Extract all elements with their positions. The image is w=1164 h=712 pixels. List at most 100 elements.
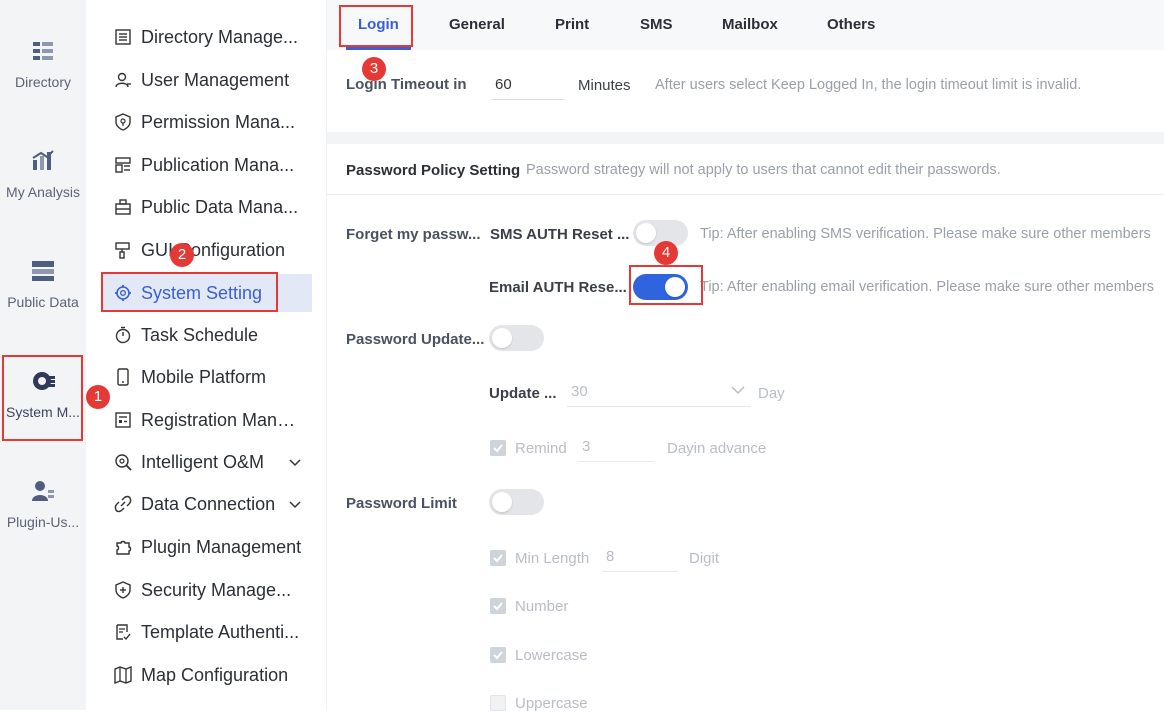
header-divider	[327, 194, 1164, 195]
update-period-unit: Day	[758, 385, 785, 402]
plugin-user-icon	[32, 481, 54, 501]
annotation-badge-4: 4	[654, 241, 678, 265]
email-auth-tip: Tip: After enabling email verification. …	[700, 279, 1155, 295]
tab-print[interactable]: Print	[555, 0, 589, 50]
toggle-knob	[492, 328, 512, 348]
uppercase-label: Uppercase	[515, 695, 588, 712]
user-icon	[115, 72, 131, 88]
menu-item-label: Task Schedule	[141, 324, 259, 345]
menu-item-task-schedule[interactable]: Task Schedule	[112, 317, 302, 353]
rail-label: Directory	[14, 74, 71, 90]
menu-item-gui-configuration[interactable]: GUI Configuration	[112, 232, 302, 268]
password-update-toggle[interactable]	[489, 325, 544, 351]
menu-item-intelligent-om[interactable]: Intelligent O&M	[112, 444, 302, 480]
menu-item-label: Data Connection	[141, 493, 276, 514]
remind-checkbox[interactable]	[490, 440, 506, 456]
database-icon	[32, 261, 54, 281]
list-doc-icon	[115, 29, 131, 45]
annotation-box-4	[629, 265, 703, 305]
annotation-box-2	[101, 272, 278, 312]
menu-item-registration-management[interactable]: Registration Mana...	[112, 402, 302, 438]
settings-menu: Directory Manage... User Management Perm…	[86, 0, 327, 710]
menu-item-mobile-platform[interactable]: Mobile Platform	[112, 359, 302, 395]
number-checkbox[interactable]	[490, 598, 506, 614]
min-length-checkbox[interactable]	[490, 550, 506, 566]
rail-label: Plugin-Us...	[6, 514, 80, 530]
rail-item-public-data[interactable]: Public Data	[0, 258, 86, 310]
rail-item-directory[interactable]: Directory	[0, 38, 86, 90]
box-icon	[115, 199, 131, 215]
uppercase-checkbox[interactable]	[490, 695, 506, 711]
register-icon	[115, 412, 131, 428]
tab-others[interactable]: Others	[827, 0, 875, 50]
tab-general[interactable]: General	[449, 0, 505, 50]
shield-icon	[115, 113, 131, 131]
toggle-knob	[636, 223, 656, 243]
settings-panel: Login General Print SMS Mailbox Others L…	[327, 0, 1164, 712]
brush-icon	[115, 242, 130, 259]
section-divider	[327, 132, 1164, 144]
login-timeout-label: Login Timeout in	[346, 76, 467, 93]
menu-item-public-data-management[interactable]: Public Data Mana...	[112, 189, 302, 225]
rail-item-my-analysis[interactable]: My Analysis	[0, 148, 86, 200]
template-icon	[116, 624, 131, 641]
puzzle-icon	[116, 540, 132, 555]
menu-item-permission-management[interactable]: Permission Mana...	[112, 104, 302, 140]
password-update-label: Password Update...	[346, 331, 485, 348]
annotation-badge-3: 3	[362, 57, 386, 81]
menu-item-label: Template Authenti...	[141, 621, 300, 642]
min-length-unit: Digit	[689, 550, 720, 567]
menu-item-plugin-management[interactable]: Plugin Management	[112, 529, 302, 565]
sms-auth-reset-label: SMS AUTH Reset ...	[490, 226, 630, 243]
toggle-knob	[492, 492, 512, 512]
rail-item-plugin-user[interactable]: Plugin-Us...	[0, 478, 86, 530]
login-timeout-unit: Minutes	[578, 77, 631, 94]
min-length-input[interactable]: 8	[602, 542, 678, 572]
map-icon	[114, 666, 132, 684]
tab-sms[interactable]: SMS	[640, 0, 673, 50]
security-shield-icon	[115, 581, 131, 599]
menu-item-map-configuration[interactable]: Map Configuration	[112, 657, 302, 693]
sms-auth-tip: Tip: After enabling SMS verification. Pl…	[700, 226, 1151, 242]
login-timeout-hint: After users select Keep Logged In, the l…	[655, 77, 1082, 93]
menu-item-label: Permission Mana...	[141, 111, 296, 132]
password-limit-label: Password Limit	[346, 495, 457, 512]
menu-item-publication-management[interactable]: Publication Mana...	[112, 147, 302, 183]
menu-item-label: User Management	[141, 69, 290, 90]
menu-item-label: Public Data Mana...	[141, 196, 299, 217]
remind-days-input[interactable]: 3	[578, 432, 654, 462]
annotation-box-1	[2, 355, 83, 441]
lowercase-label: Lowercase	[515, 647, 588, 664]
link-icon	[114, 495, 132, 513]
menu-item-template-authentication[interactable]: Template Authenti...	[112, 614, 302, 650]
menu-item-data-connection[interactable]: Data Connection	[112, 486, 302, 522]
remind-unit: Dayin advance	[667, 440, 767, 457]
update-period-select[interactable]: 30	[567, 377, 751, 407]
annotation-box-3	[339, 5, 413, 47]
password-limit-toggle[interactable]	[489, 489, 544, 515]
number-label: Number	[515, 598, 569, 615]
menu-item-label: Publication Mana...	[141, 154, 295, 175]
directory-icon	[33, 42, 53, 60]
password-policy-desc: Password strategy will not apply to user…	[526, 162, 1001, 178]
remind-label: Remind	[515, 440, 567, 457]
menu-item-label: Intelligent O&M	[141, 451, 265, 472]
forget-password-label: Forget my passw...	[346, 226, 481, 243]
rail-label: My Analysis	[6, 184, 80, 200]
annotation-badge-1: 1	[86, 385, 110, 409]
login-timeout-input[interactable]: 60	[491, 70, 565, 100]
min-length-label: Min Length	[515, 550, 590, 567]
wrench-icon	[115, 454, 132, 471]
menu-item-security-management[interactable]: Security Manage...	[112, 572, 302, 608]
update-period-label: Update ...	[489, 385, 557, 402]
chevron-down-icon[interactable]	[288, 455, 302, 469]
menu-item-label: Registration Mana...	[141, 409, 302, 430]
chevron-down-icon[interactable]	[731, 385, 745, 395]
timer-icon	[115, 326, 131, 344]
menu-item-user-management[interactable]: User Management	[112, 62, 302, 98]
menu-item-directory-management[interactable]: Directory Manage...	[112, 19, 302, 55]
menu-item-label: Map Configuration	[141, 664, 289, 685]
tab-mailbox[interactable]: Mailbox	[722, 0, 778, 50]
lowercase-checkbox[interactable]	[490, 647, 506, 663]
chevron-down-icon[interactable]	[288, 497, 302, 511]
